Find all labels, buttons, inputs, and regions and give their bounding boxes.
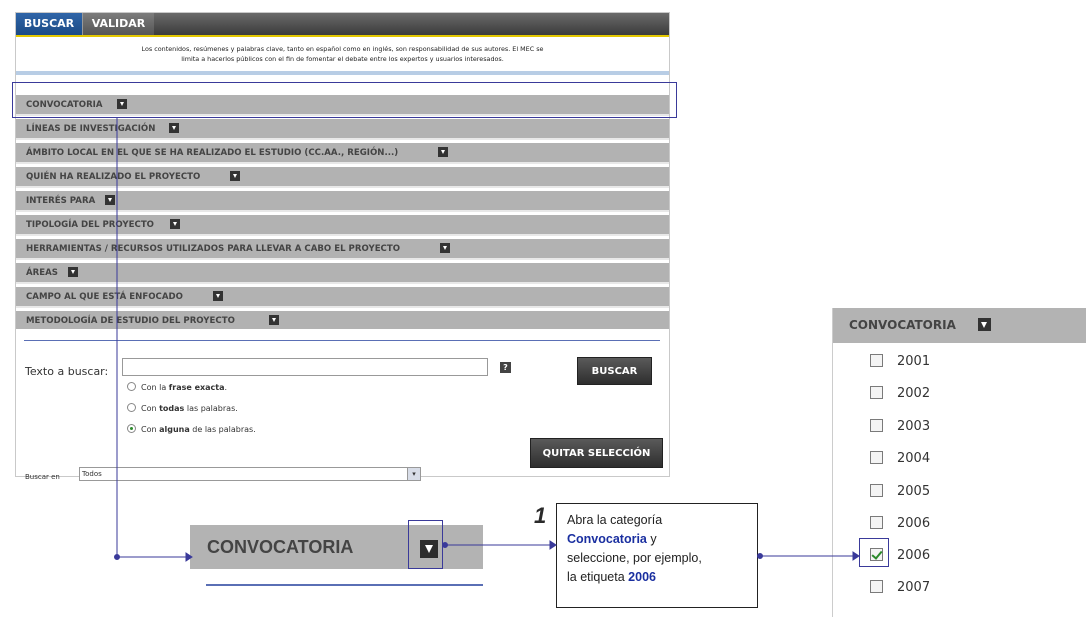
year-panel-title: CONVOCATORIA bbox=[849, 318, 956, 332]
radio-any-word[interactable]: Con alguna de las palabras. bbox=[127, 424, 256, 434]
category-areas[interactable]: ÁREAS bbox=[16, 263, 669, 284]
radio-text: Con bbox=[141, 404, 160, 413]
disclaimer-line-1: Los contenidos, resúmenes y palabras cla… bbox=[141, 45, 544, 53]
category-label: TIPOLOGÍA DEL PROYECTO bbox=[26, 220, 154, 230]
radio-exact-phrase[interactable]: Con la frase exacta. bbox=[127, 382, 228, 392]
category-quien-realizado[interactable]: QUIÉN HA REALIZADO EL PROYECTO bbox=[16, 167, 669, 188]
callout-text: y bbox=[646, 532, 657, 546]
radio-text-bold: todas bbox=[159, 404, 185, 413]
clear-selection-button[interactable]: QUITAR SELECCIÓN bbox=[530, 438, 663, 468]
tab-buscar[interactable]: BUSCAR bbox=[16, 13, 82, 35]
callout-highlight: Convocatoria bbox=[567, 532, 647, 546]
radio-text-bold: alguna bbox=[159, 425, 190, 434]
expand-arrow-icon[interactable] bbox=[440, 242, 451, 253]
tab-bar: BUSCAR VALIDAR bbox=[16, 13, 669, 35]
disclaimer-text: Los contenidos, resúmenes y palabras cla… bbox=[16, 35, 669, 75]
search-label: Texto a buscar: bbox=[25, 365, 109, 378]
radio-text: Con la bbox=[141, 383, 169, 392]
category-label: ÁREAS bbox=[26, 268, 58, 278]
radio-text-bold: frase exacta bbox=[168, 383, 225, 392]
year-option[interactable]: 2006 bbox=[870, 516, 930, 532]
year-option[interactable]: 2007 bbox=[870, 580, 930, 596]
expand-arrow-icon[interactable] bbox=[67, 266, 78, 277]
expand-arrow-icon[interactable] bbox=[105, 194, 116, 205]
search-scope-select[interactable]: Todos ▾ bbox=[79, 467, 421, 481]
expand-arrow-icon[interactable] bbox=[169, 122, 180, 133]
connector-dot bbox=[757, 553, 763, 559]
search-scope-label: Buscar en bbox=[25, 473, 60, 481]
zoom-highlight-frame bbox=[408, 520, 443, 569]
year-option[interactable]: 2004 bbox=[870, 451, 930, 467]
radio-icon[interactable] bbox=[127, 403, 136, 412]
chevron-down-icon[interactable]: ▾ bbox=[407, 468, 420, 480]
expand-arrow-icon[interactable] bbox=[230, 170, 241, 181]
year-label: 2004 bbox=[897, 451, 931, 466]
disclaimer-line-2: limita a hacerlos públicos con el fin de… bbox=[181, 55, 504, 63]
category-lineas-investigacion[interactable]: LÍNEAS DE INVESTIGACIÓN bbox=[16, 119, 669, 140]
search-form: Texto a buscar: ? BUSCAR Con la frase ex… bbox=[16, 329, 669, 481]
tab-validar[interactable]: VALIDAR bbox=[82, 13, 154, 35]
year-option[interactable]: 2005 bbox=[870, 484, 930, 500]
expand-arrow-icon[interactable] bbox=[438, 146, 449, 157]
search-input[interactable] bbox=[122, 358, 488, 376]
select-value: Todos bbox=[82, 470, 102, 478]
category-label: HERRAMIENTAS / RECURSOS UTILIZADOS PARA … bbox=[26, 244, 401, 254]
zoom-divider bbox=[206, 584, 483, 586]
year-label: 2006 bbox=[897, 548, 931, 563]
category-tipologia[interactable]: TIPOLOGÍA DEL PROYECTO bbox=[16, 215, 669, 236]
callout-text: la etiqueta bbox=[567, 570, 629, 584]
year-label: 2007 bbox=[897, 580, 931, 595]
category-label: INTERÉS PARA bbox=[26, 196, 96, 206]
year-option[interactable]: 2003 bbox=[870, 419, 930, 435]
checkbox[interactable] bbox=[870, 354, 883, 367]
expand-arrow-icon[interactable] bbox=[268, 314, 279, 325]
connector-dot bbox=[114, 554, 120, 560]
category-herramientas[interactable]: HERRAMIENTAS / RECURSOS UTILIZADOS PARA … bbox=[16, 239, 669, 260]
year-label: 2003 bbox=[897, 419, 931, 434]
radio-all-words[interactable]: Con todas las palabras. bbox=[127, 403, 238, 413]
year-panel-header[interactable]: CONVOCATORIA bbox=[833, 308, 1086, 343]
year-label: 2005 bbox=[897, 484, 931, 499]
radio-text: Con bbox=[141, 425, 160, 434]
category-interes-para[interactable]: INTERÉS PARA bbox=[16, 191, 669, 212]
checkbox[interactable] bbox=[870, 484, 883, 497]
checkbox[interactable] bbox=[870, 451, 883, 464]
category-label: QUIÉN HA REALIZADO EL PROYECTO bbox=[26, 172, 201, 182]
year-filter-panel: CONVOCATORIA 2001 2002 2003 2004 2005 20… bbox=[832, 308, 1086, 617]
instruction-callout: Abra la categoría Convocatoria y selecci… bbox=[556, 503, 758, 608]
year-option[interactable]: 2001 bbox=[870, 354, 930, 370]
year-label: 2002 bbox=[897, 386, 931, 401]
radio-text: las palabras. bbox=[184, 404, 238, 413]
search-button[interactable]: BUSCAR bbox=[577, 357, 652, 385]
category-label: ÁMBITO LOCAL EN EL QUE SE HA REALIZADO E… bbox=[26, 148, 399, 158]
callout-text: Abra la categoría bbox=[567, 513, 663, 527]
zoom-category-label: CONVOCATORIA bbox=[207, 537, 354, 557]
radio-icon[interactable] bbox=[127, 382, 136, 391]
expand-arrow-icon[interactable] bbox=[977, 318, 991, 331]
radio-text: de las palabras. bbox=[189, 425, 256, 434]
callout-text: seleccione, por ejemplo, bbox=[567, 551, 702, 565]
category-label: CAMPO AL QUE ESTÁ ENFOCADO bbox=[26, 292, 183, 302]
checkbox[interactable] bbox=[870, 516, 883, 529]
expand-arrow-icon[interactable] bbox=[170, 218, 180, 229]
help-icon[interactable]: ? bbox=[500, 362, 511, 373]
divider bbox=[24, 340, 660, 341]
year-option[interactable]: 2002 bbox=[870, 386, 930, 402]
year-label: 2001 bbox=[897, 354, 931, 369]
category-campo-enfocado[interactable]: CAMPO AL QUE ESTÁ ENFOCADO bbox=[16, 287, 669, 308]
selected-checkbox-frame bbox=[859, 538, 889, 567]
checkbox[interactable] bbox=[870, 386, 883, 399]
step-number: 1 bbox=[534, 503, 547, 528]
callout-highlight: 2006 bbox=[628, 570, 656, 584]
category-label: LÍNEAS DE INVESTIGACIÓN bbox=[26, 124, 156, 134]
checkbox[interactable] bbox=[870, 580, 883, 593]
year-label: 2006 bbox=[897, 516, 931, 531]
checkbox[interactable] bbox=[870, 419, 883, 432]
radio-icon[interactable] bbox=[127, 424, 136, 433]
highlight-frame bbox=[12, 82, 677, 118]
radio-text: . bbox=[224, 383, 228, 392]
expand-arrow-icon[interactable] bbox=[212, 290, 223, 301]
category-ambito-local[interactable]: ÁMBITO LOCAL EN EL QUE SE HA REALIZADO E… bbox=[16, 143, 669, 164]
